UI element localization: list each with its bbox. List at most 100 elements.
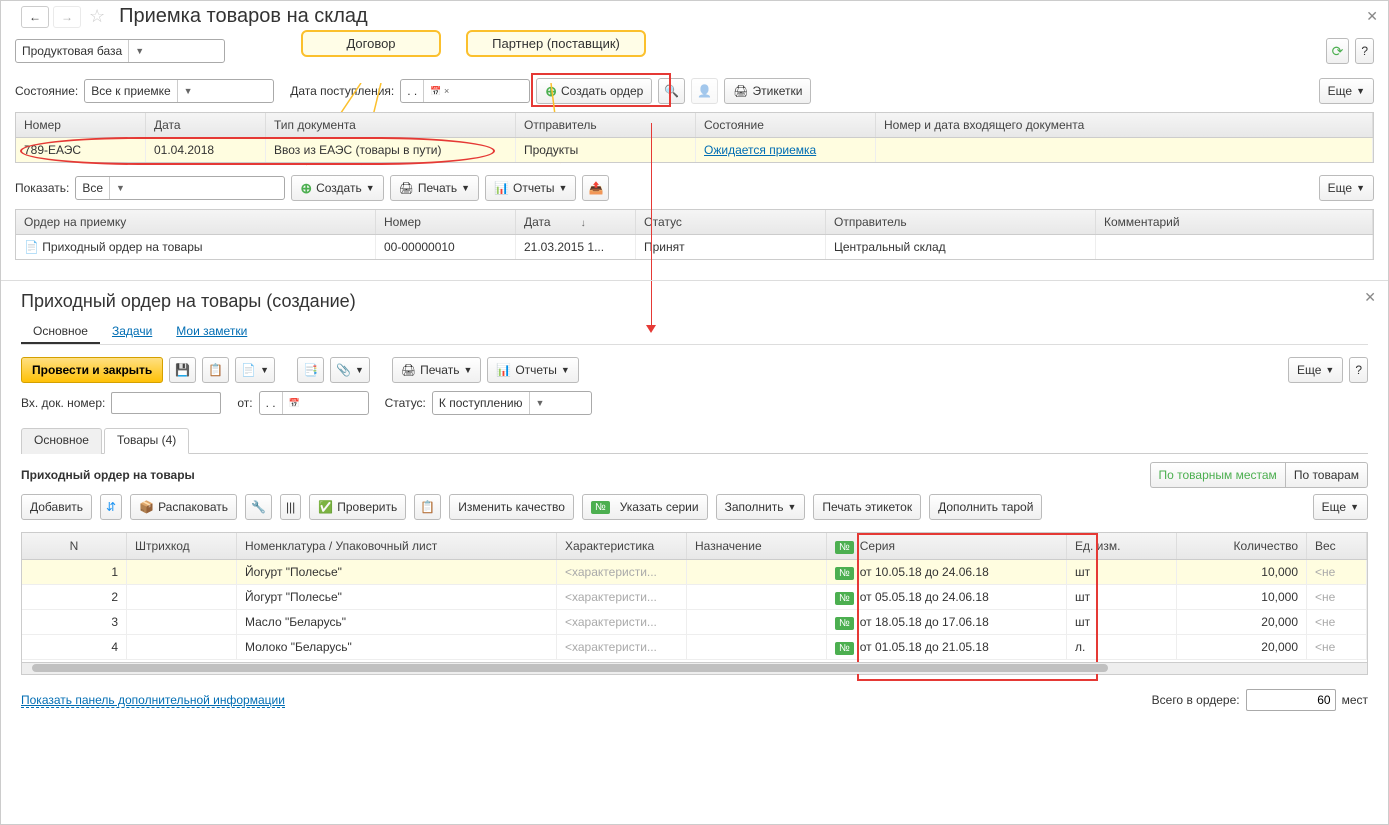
tab-main-link[interactable]: Основное (21, 320, 100, 344)
more-button-4[interactable]: Еще ▼ (1313, 494, 1368, 520)
ext-num-input[interactable] (111, 392, 221, 414)
more-button-1[interactable]: Еще ▼ (1319, 78, 1374, 104)
labels-button[interactable]: 🖨 Этикетки (724, 78, 811, 104)
panel2-title: Приходный ордер на товары (создание) (21, 291, 1368, 312)
gcol-qty[interactable]: Количество (1177, 533, 1307, 559)
col-doctype[interactable]: Тип документа (266, 113, 516, 137)
callout-contract: Договор (301, 30, 441, 57)
hierarchy-button[interactable]: ⇵ (100, 494, 122, 520)
subtab-goods[interactable]: Товары (4) (104, 428, 189, 454)
serial-icon: № (835, 642, 854, 655)
receipt-row[interactable]: 789-ЕАЭС 01.04.2018 Ввоз из ЕАЭС (товары… (16, 138, 1373, 162)
fill-button[interactable]: Заполнить ▼ (716, 494, 806, 520)
more-button-2[interactable]: Еще ▼ (1319, 175, 1374, 201)
refresh-button[interactable]: ⟳ (1326, 38, 1350, 64)
export-button[interactable]: 📤 (582, 175, 609, 201)
help-button-2[interactable]: ? (1349, 357, 1368, 383)
callout-partner: Партнер (поставщик) (466, 30, 646, 57)
gcol-purpose[interactable]: Назначение (687, 533, 827, 559)
tab-tasks-link[interactable]: Задачи (100, 320, 164, 344)
gcol-barcode[interactable]: Штрихкод (127, 533, 237, 559)
check-button[interactable]: ✅ Проверить (309, 494, 406, 520)
print-button[interactable]: 🖨 Печать ▼ (390, 175, 479, 201)
status-select[interactable]: К поступлению ▼ (432, 391, 592, 415)
tool-button-2[interactable]: 📋 (414, 494, 441, 520)
action-button-2[interactable]: 📑 (297, 357, 324, 383)
tab-notes-link[interactable]: Мои заметки (164, 320, 259, 344)
col-number[interactable]: Номер (16, 113, 146, 137)
goods-row[interactable]: 3Масло "Беларусь"<характеристи...№от 18.… (22, 610, 1367, 635)
change-quality-button[interactable]: Изменить качество (449, 494, 574, 520)
barcode-button[interactable]: ||| (280, 494, 301, 520)
col-sender[interactable]: Отправитель (516, 113, 696, 137)
serial-icon: № (835, 541, 854, 554)
state-link[interactable]: Ожидается приемка (704, 143, 816, 157)
gcol-weight[interactable]: Вес (1307, 533, 1367, 559)
post-and-close-button[interactable]: Провести и закрыть (21, 357, 163, 383)
order-row[interactable]: 📄 Приходный ордер на товары 00-00000010 … (16, 235, 1373, 259)
action-button-1[interactable]: 📄▼ (235, 357, 275, 383)
col-state[interactable]: Состояние (696, 113, 876, 137)
col-order-sender[interactable]: Отправитель (826, 210, 1096, 234)
show-info-panel-link[interactable]: Показать панель дополнительной информаци… (21, 693, 285, 708)
nav-back-button[interactable]: ← (21, 6, 49, 28)
goods-title: Приходный ордер на товары (21, 468, 195, 482)
search-button[interactable]: 🔍 (658, 78, 685, 104)
gcol-char[interactable]: Характеристика (557, 533, 687, 559)
gcol-item[interactable]: Номенклатура / Упаковочный лист (237, 533, 557, 559)
more-button-3[interactable]: Еще ▼ (1288, 357, 1343, 383)
set-series-button[interactable]: №Указать серии (582, 494, 708, 520)
goods-row[interactable]: 1Йогурт "Полесье"<характеристи...№от 10.… (22, 560, 1367, 585)
save-button[interactable]: 💾 (169, 357, 196, 383)
col-order-number[interactable]: Номер (376, 210, 516, 234)
doc-icon: 📄 (24, 240, 39, 254)
col-date[interactable]: Дата (146, 113, 266, 137)
add-button[interactable]: Добавить (21, 494, 92, 520)
add-tare-button[interactable]: Дополнить тарой (929, 494, 1042, 520)
reports-button-2[interactable]: 📊 Отчеты ▼ (487, 357, 578, 383)
total-unit: мест (1342, 693, 1368, 707)
serial-icon: № (835, 617, 854, 630)
favorite-star-icon[interactable]: ☆ (89, 6, 105, 27)
post-button[interactable]: 📋 (202, 357, 229, 383)
goods-row[interactable]: 4Молоко "Беларусь"<характеристи...№от 01… (22, 635, 1367, 660)
print-button-2[interactable]: 🖨 Печать ▼ (392, 357, 481, 383)
create-button[interactable]: ⊕ Создать ▼ (291, 175, 383, 201)
help-button[interactable]: ? (1355, 38, 1374, 64)
action-button-3[interactable]: 📎▼ (330, 357, 370, 383)
unpack-button[interactable]: 📦 Распаковать (130, 494, 237, 520)
chevron-down-icon: ▼ (109, 177, 125, 199)
total-input[interactable] (1246, 689, 1336, 711)
calendar-icon: 📅 × (423, 80, 449, 102)
warehouse-select[interactable]: Продуктовая база ▼ (15, 39, 225, 63)
col-incoming[interactable]: Номер и дата входящего документа (876, 113, 1373, 137)
from-date-input[interactable]: . . 📅 (259, 391, 369, 415)
col-order-comment[interactable]: Комментарий (1096, 210, 1373, 234)
plus-icon: ⊕ (300, 180, 312, 197)
print-labels-button[interactable]: Печать этикеток (813, 494, 921, 520)
col-order-date[interactable]: Дата↓ (516, 210, 636, 234)
close-icon[interactable]: ✕ (1366, 8, 1378, 25)
goods-row[interactable]: 2Йогурт "Полесье"<характеристи...№от 05.… (22, 585, 1367, 610)
calendar-icon: 📅 (282, 392, 300, 414)
user-button[interactable]: 👤 (691, 78, 718, 104)
gcol-n[interactable]: N (22, 533, 127, 559)
gcol-unit[interactable]: Ед. изм. (1067, 533, 1177, 559)
state-label: Состояние: (15, 84, 78, 98)
by-goods-toggle[interactable]: По товарам (1285, 462, 1368, 488)
show-select[interactable]: Все ▼ (75, 176, 285, 200)
create-order-button[interactable]: ⊕ Создать ордер (536, 78, 652, 104)
close-panel-icon[interactable]: ✕ (1364, 289, 1376, 306)
state-select[interactable]: Все к приемке ▼ (84, 79, 274, 103)
tool-button-1[interactable]: 🔧 (245, 494, 272, 520)
horizontal-scrollbar[interactable] (22, 662, 1367, 674)
col-order[interactable]: Ордер на приемку (16, 210, 376, 234)
chevron-down-icon: ▼ (177, 80, 193, 102)
date-input[interactable]: . . 📅 × (400, 79, 530, 103)
gcol-serial[interactable]: №Серия (827, 533, 1067, 559)
reports-button[interactable]: 📊 Отчеты ▼ (485, 175, 576, 201)
col-order-status[interactable]: Статус (636, 210, 826, 234)
nav-forward-button[interactable]: → (53, 6, 81, 28)
by-places-toggle[interactable]: По товарным местам (1150, 462, 1285, 488)
subtab-main[interactable]: Основное (21, 428, 102, 454)
